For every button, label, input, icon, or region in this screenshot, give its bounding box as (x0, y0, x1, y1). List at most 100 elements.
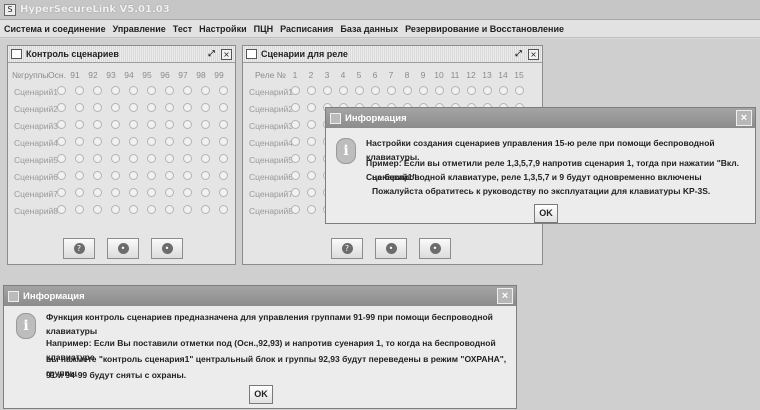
scenario-radio[interactable] (306, 171, 316, 180)
maximize-icon[interactable]: ⤢ (513, 49, 524, 60)
scenario-radio[interactable] (56, 154, 66, 163)
scenario-radio[interactable] (128, 137, 138, 146)
close-icon[interactable]: × (736, 110, 752, 126)
scenario-radio[interactable] (146, 86, 156, 95)
scenario-radio[interactable] (56, 188, 66, 197)
scenario-radio[interactable] (218, 154, 228, 163)
scenario-radio[interactable] (182, 154, 192, 163)
scenario-radio[interactable] (354, 86, 364, 95)
scenario-radio[interactable] (74, 205, 84, 214)
scenario-radio[interactable] (290, 137, 300, 146)
scenario-radio[interactable] (128, 154, 138, 163)
scenario-radio[interactable] (182, 103, 192, 112)
dialog-titlebar[interactable]: Информация × (326, 108, 755, 128)
scenario-radio[interactable] (146, 188, 156, 197)
save-button[interactable]: • (107, 238, 139, 259)
scenario-radio[interactable] (164, 188, 174, 197)
scenario-radio[interactable] (74, 86, 84, 95)
scenario-radio[interactable] (74, 154, 84, 163)
scenario-radio[interactable] (146, 154, 156, 163)
scenario-radio[interactable] (164, 103, 174, 112)
scenario-radio[interactable] (128, 171, 138, 180)
scenario-radio[interactable] (146, 120, 156, 129)
scenario-radio[interactable] (218, 171, 228, 180)
scenario-radio[interactable] (92, 103, 102, 112)
scenario-radio[interactable] (110, 171, 120, 180)
save-button[interactable]: • (375, 238, 407, 259)
scenario-radio[interactable] (56, 103, 66, 112)
scenario-radio[interactable] (290, 154, 300, 163)
maximize-icon[interactable]: ⤢ (206, 49, 217, 60)
menu-control[interactable]: Управление (113, 24, 166, 34)
scenario-radio[interactable] (74, 137, 84, 146)
scenario-radio[interactable] (482, 86, 492, 95)
scenario-radio[interactable] (418, 86, 428, 95)
scenario-radio[interactable] (92, 188, 102, 197)
scenario-radio[interactable] (306, 154, 316, 163)
menu-settings[interactable]: Настройки (199, 24, 246, 34)
scenario-radio[interactable] (182, 188, 192, 197)
menu-database[interactable]: База данных (340, 24, 398, 34)
scenario-radio[interactable] (306, 205, 316, 214)
scenario-radio[interactable] (146, 171, 156, 180)
scenario-radio[interactable] (450, 86, 460, 95)
scenario-radio[interactable] (74, 120, 84, 129)
menu-test[interactable]: Тест (173, 24, 192, 34)
scenario-radio[interactable] (92, 86, 102, 95)
scenario-radio[interactable] (290, 188, 300, 197)
scenario-radio[interactable] (386, 86, 396, 95)
scenario-radio[interactable] (92, 171, 102, 180)
scenario-radio[interactable] (290, 171, 300, 180)
scenario-radio[interactable] (146, 103, 156, 112)
scenario-radio[interactable] (56, 86, 66, 95)
scenario-radio[interactable] (306, 120, 316, 129)
scenario-radio[interactable] (56, 171, 66, 180)
scenario-radio[interactable] (110, 120, 120, 129)
scenario-radio[interactable] (110, 188, 120, 197)
scenario-radio[interactable] (74, 188, 84, 197)
scenario-radio[interactable] (110, 205, 120, 214)
load-button[interactable]: • (151, 238, 183, 259)
scenario-radio[interactable] (92, 120, 102, 129)
scenario-radio[interactable] (218, 86, 228, 95)
scenario-radio[interactable] (128, 86, 138, 95)
scenario-radio[interactable] (182, 205, 192, 214)
scenario-radio[interactable] (146, 205, 156, 214)
scenario-radio[interactable] (306, 137, 316, 146)
scenario-radio[interactable] (200, 120, 210, 129)
ok-button[interactable]: OK (249, 385, 273, 404)
scenario-radio[interactable] (402, 86, 412, 95)
scenario-radio[interactable] (290, 120, 300, 129)
scenario-radio[interactable] (182, 137, 192, 146)
scenario-radio[interactable] (306, 103, 316, 112)
scenario-radio[interactable] (200, 86, 210, 95)
scenario-radio[interactable] (74, 171, 84, 180)
scenario-radio[interactable] (56, 137, 66, 146)
scenario-radio[interactable] (128, 188, 138, 197)
scenario-radio[interactable] (200, 205, 210, 214)
scenario-radio[interactable] (498, 86, 508, 95)
menu-backup[interactable]: Резервирование и Восстановление (405, 24, 564, 34)
scenario-radio[interactable] (128, 120, 138, 129)
close-icon[interactable]: × (221, 49, 232, 60)
scenario-radio[interactable] (164, 171, 174, 180)
menu-system[interactable]: Система и соединение (4, 24, 106, 34)
scenario-radio[interactable] (370, 86, 380, 95)
scenario-radio[interactable] (128, 103, 138, 112)
scenario-radio[interactable] (92, 154, 102, 163)
help-button[interactable]: ? (63, 238, 95, 259)
scenario-radio[interactable] (322, 86, 332, 95)
scenario-radio[interactable] (74, 103, 84, 112)
scenario-radio[interactable] (92, 205, 102, 214)
scenario-radio[interactable] (290, 103, 300, 112)
close-icon[interactable]: × (528, 49, 539, 60)
dialog-titlebar[interactable]: Информация × (4, 286, 516, 306)
scenario-radio[interactable] (218, 188, 228, 197)
scenario-radio[interactable] (110, 103, 120, 112)
scenario-radio[interactable] (110, 154, 120, 163)
load-button[interactable]: • (419, 238, 451, 259)
scenario-radio[interactable] (164, 205, 174, 214)
scenario-radio[interactable] (200, 137, 210, 146)
relay-scenarios-titlebar[interactable]: Сценарии для реле ⤢ × (243, 46, 542, 63)
scenario-radio[interactable] (56, 120, 66, 129)
